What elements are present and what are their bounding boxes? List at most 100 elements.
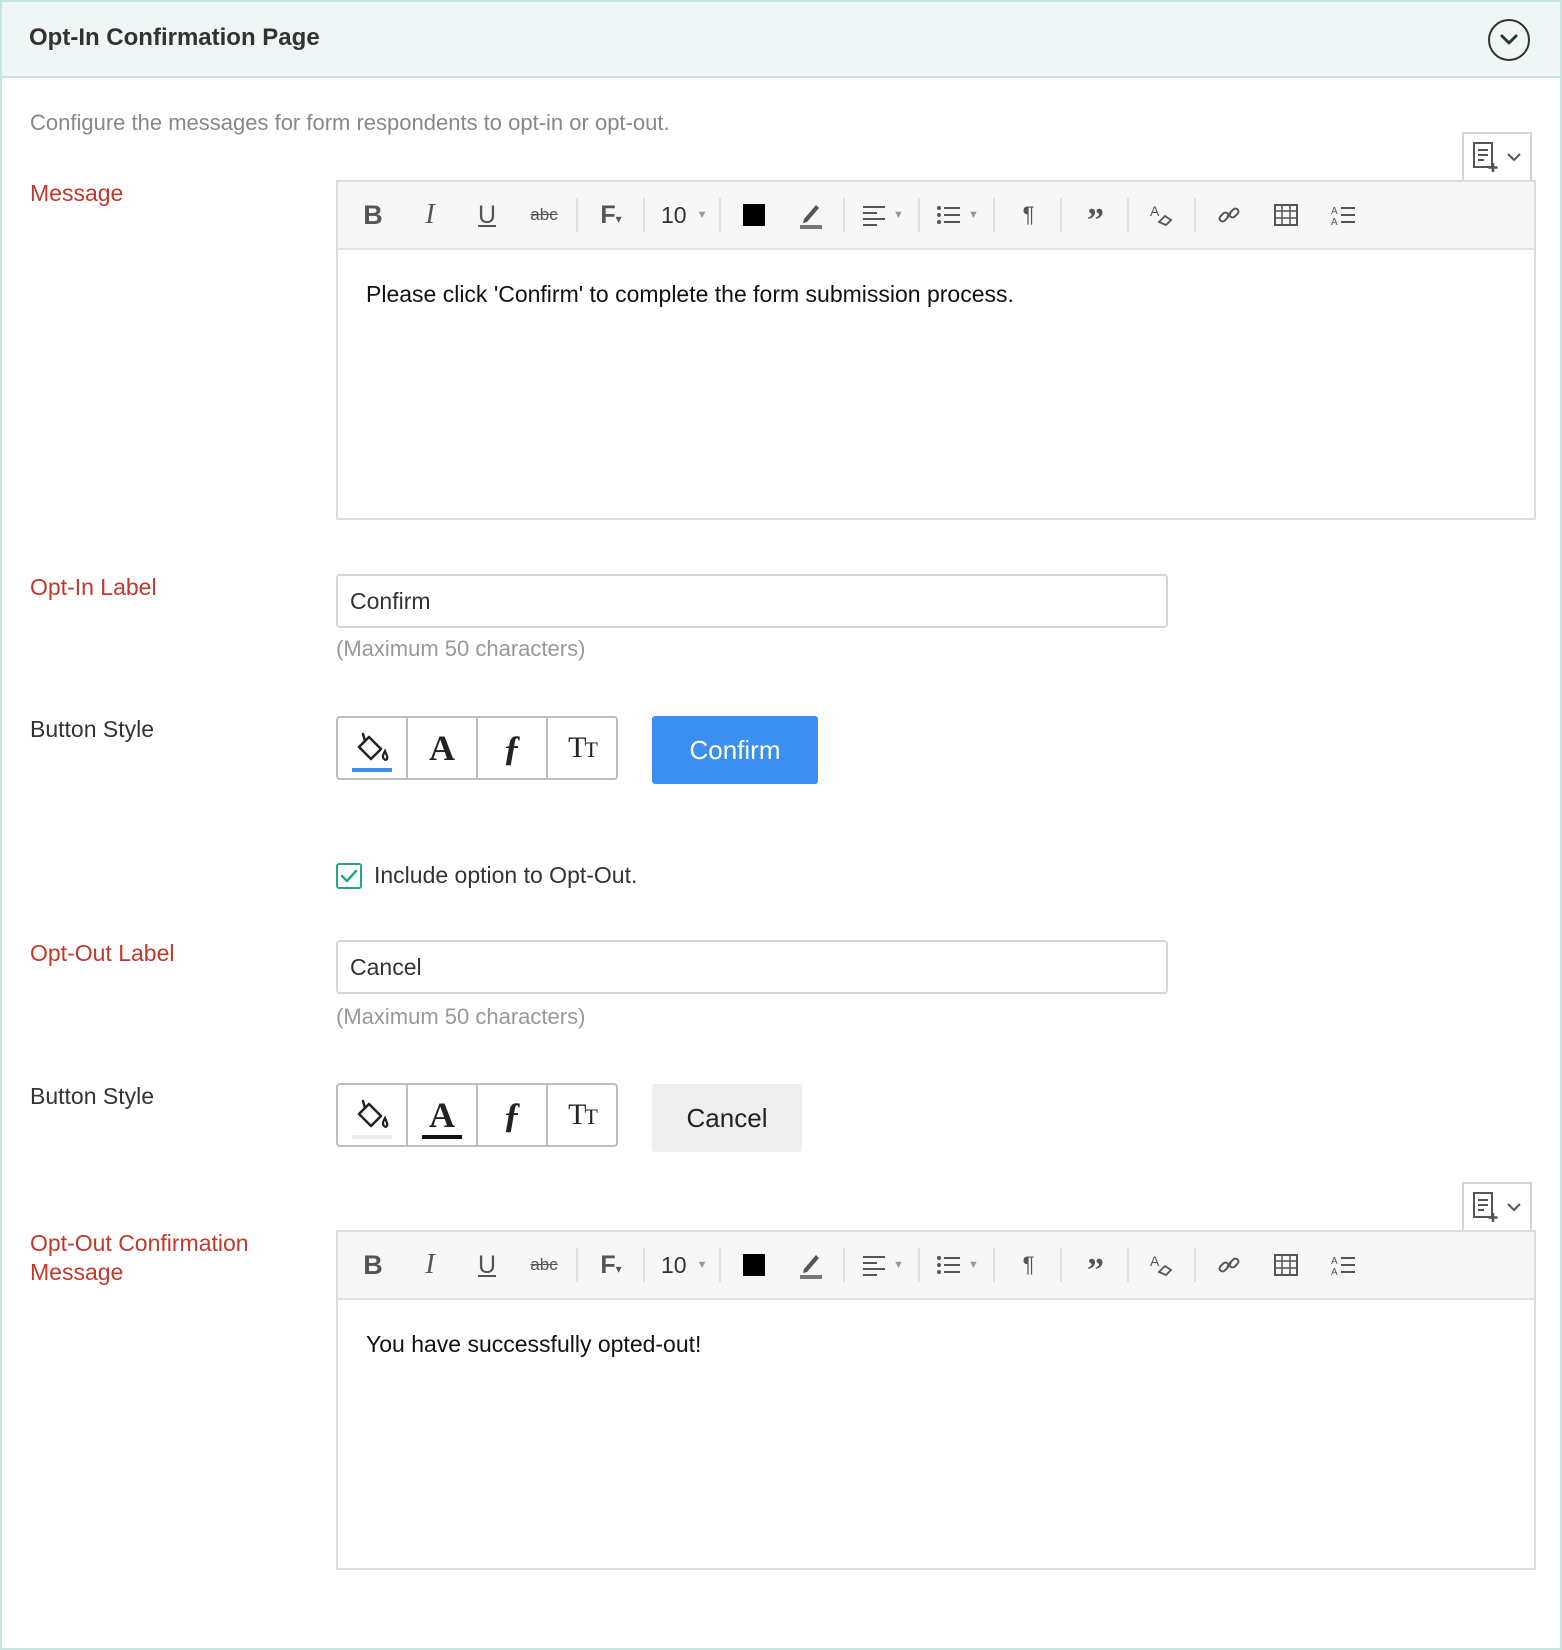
list-dropdown[interactable]: ▼ [930, 192, 984, 238]
insert-field-button[interactable] [1462, 132, 1532, 180]
opt-in-text-color-button[interactable]: A [408, 718, 478, 778]
opt-out-label-input[interactable] [336, 940, 1168, 994]
opt-out-message-editor-content[interactable]: You have successfully opted-out! [338, 1300, 1534, 1388]
align-dropdown[interactable]: ▼ [855, 192, 909, 238]
bold-button[interactable]: B [350, 1242, 396, 1288]
message-label: Message [30, 180, 124, 206]
message-editor-content[interactable]: Please click 'Confirm' to complete the f… [338, 250, 1534, 338]
opt-in-label-input[interactable] [336, 574, 1168, 628]
table-button[interactable] [1263, 1242, 1309, 1288]
quote-button[interactable]: ” [1072, 192, 1118, 238]
quote-icon: ” [1086, 202, 1104, 239]
bold-icon: B [363, 199, 383, 230]
bullet-list-icon [937, 1256, 961, 1274]
clear-format-button[interactable]: A [1139, 192, 1185, 238]
text-color-icon [743, 1254, 766, 1276]
underline-button[interactable]: U [464, 1242, 510, 1288]
highlight-button[interactable] [788, 1242, 834, 1288]
svg-text:A: A [1331, 1267, 1338, 1276]
font-size-dropdown[interactable]: 10 ▼ [655, 1242, 707, 1288]
strikethrough-icon: abc [530, 1255, 558, 1274]
italic-icon: I [425, 199, 435, 230]
toolbar-divider [1194, 1248, 1197, 1282]
collapse-toggle-button[interactable] [1488, 19, 1530, 61]
checkmark-icon [340, 869, 358, 882]
line-height-button[interactable]: A A [1320, 1242, 1366, 1288]
bold-icon: B [363, 1249, 383, 1280]
table-button[interactable] [1263, 192, 1309, 238]
highlight-button[interactable] [788, 192, 834, 238]
fill-color-indicator [352, 768, 392, 772]
opt-out-preview-button[interactable]: Cancel [652, 1084, 802, 1152]
strikethrough-icon: abc [530, 205, 558, 224]
toolbar-divider [719, 1248, 722, 1282]
italic-button[interactable]: I [407, 192, 453, 238]
paint-bucket-icon [357, 732, 389, 761]
paragraph-direction-icon: ¶ [1022, 202, 1035, 227]
chevron-down-icon [1507, 1203, 1521, 1212]
caret-down-icon: ▼ [696, 1259, 708, 1271]
opt-out-message-label-line2: Message [30, 1259, 124, 1285]
opt-out-text-color-button[interactable]: A [408, 1085, 478, 1145]
align-dropdown[interactable]: ▼ [855, 1242, 909, 1288]
toolbar-divider [993, 198, 996, 232]
line-height-icon: A A [1331, 1256, 1356, 1276]
opt-out-message-label: Opt-Out Confirmation Message [30, 1229, 249, 1287]
toolbar-divider [1194, 198, 1197, 232]
font-family-icon: F▾ [600, 200, 622, 229]
font-family-button[interactable]: F▾ [588, 192, 634, 238]
font-family-button[interactable]: F▾ [588, 1242, 634, 1288]
include-opt-out-option[interactable]: Include option to Opt-Out. [336, 862, 637, 889]
list-dropdown[interactable]: ▼ [930, 1242, 984, 1288]
opt-out-label-hint: (Maximum 50 characters) [336, 1004, 586, 1029]
opt-out-message-label-line1: Opt-Out Confirmation [30, 1230, 249, 1256]
toolbar-divider [843, 198, 846, 232]
italic-button[interactable]: I [407, 1242, 453, 1288]
text-color-button[interactable] [731, 1242, 777, 1288]
opt-in-font-family-button[interactable]: ƒ [478, 718, 548, 778]
paragraph-direction-button[interactable]: ¶ [1005, 192, 1051, 238]
align-left-icon [863, 1256, 886, 1276]
font-family-icon: ƒ [503, 728, 521, 768]
highlight-icon [800, 205, 823, 229]
paint-bucket-icon [357, 1099, 389, 1128]
clear-format-icon: A [1150, 203, 1173, 227]
include-opt-out-label: Include option to Opt-Out. [374, 862, 638, 888]
opt-out-message-toolbar: B I U abc F▾ 10 ▼ ▼ ▼ ¶ ” A A A [338, 1232, 1534, 1300]
clear-format-button[interactable]: A [1139, 1242, 1185, 1288]
insert-field-button[interactable] [1462, 1182, 1532, 1230]
opt-in-fill-color-button[interactable] [338, 718, 408, 778]
bold-button[interactable]: B [350, 192, 396, 238]
text-color-button[interactable] [731, 192, 777, 238]
toolbar-divider [993, 1248, 996, 1282]
opt-out-font-family-button[interactable]: ƒ [478, 1085, 548, 1145]
underline-button[interactable]: U [464, 192, 510, 238]
strikethrough-button[interactable]: abc [521, 192, 567, 238]
panel-header[interactable]: Opt-In Confirmation Page [2, 2, 1560, 78]
caret-down-icon: ▼ [696, 209, 708, 221]
font-size-dropdown[interactable]: 10 ▼ [655, 192, 707, 238]
opt-in-label-hint: (Maximum 50 characters) [336, 636, 586, 661]
opt-in-button-style-group: A ƒ TT [336, 716, 618, 780]
toolbar-divider [643, 1248, 645, 1282]
line-height-button[interactable]: A A [1320, 192, 1366, 238]
font-size-icon: TT [568, 731, 598, 764]
opt-in-preview-button[interactable]: Confirm [652, 716, 818, 784]
link-button[interactable] [1206, 192, 1252, 238]
chevron-down-icon [1500, 34, 1518, 45]
strikethrough-button[interactable]: abc [521, 1242, 567, 1288]
insert-field-icon [1473, 142, 1498, 172]
include-opt-out-checkbox[interactable] [336, 862, 362, 889]
paragraph-direction-button[interactable]: ¶ [1005, 1242, 1051, 1288]
insert-field-icon [1473, 1192, 1498, 1222]
link-button[interactable] [1206, 1242, 1252, 1288]
svg-text:A: A [1150, 203, 1160, 219]
underline-icon: U [477, 200, 497, 229]
opt-out-fill-color-button[interactable] [338, 1085, 408, 1145]
quote-icon: ” [1086, 1252, 1104, 1289]
opt-out-font-size-button[interactable]: TT [548, 1085, 616, 1145]
toolbar-divider [1060, 198, 1063, 232]
quote-button[interactable]: ” [1072, 1242, 1118, 1288]
font-size-value: 10 [661, 201, 687, 228]
opt-in-font-size-button[interactable]: TT [548, 718, 616, 778]
